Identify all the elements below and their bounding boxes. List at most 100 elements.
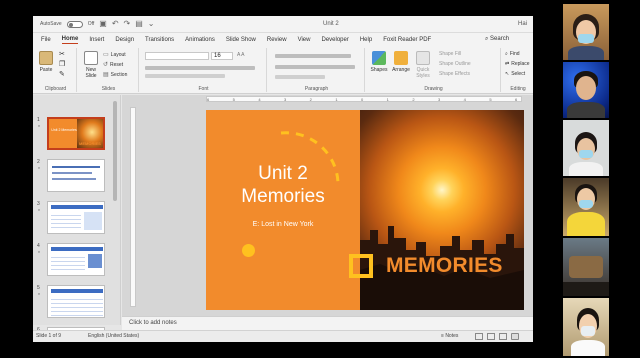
slide-thumbnail-1[interactable]: Unit 2 Memories MEMORIES xyxy=(47,117,105,150)
face-mask xyxy=(578,34,594,43)
reading-view-button[interactable] xyxy=(499,333,507,340)
font-color-buttons[interactable] xyxy=(145,74,225,78)
slide-thumbnail-2[interactable] xyxy=(47,159,105,192)
tab-home[interactable]: Home xyxy=(61,36,79,44)
tab-review[interactable]: Review xyxy=(267,37,287,43)
ruler-tick-label: 3 xyxy=(284,97,287,102)
square-frame-icon xyxy=(349,254,373,278)
cut-icon[interactable]: ✂ xyxy=(59,51,65,59)
font-size-field[interactable]: 16 xyxy=(211,52,233,60)
ruler-tick-label: 1 xyxy=(335,97,338,102)
ribbon: Paste ✂ ❐ ✎ Clipboard New Slide ▭ Layout … xyxy=(33,46,533,94)
powerpoint-window: AutoSave Off ▣ ↶ ↷ ▤ ⌄ Unit 2 Hai File H… xyxy=(33,16,533,342)
quick-access-toolbar: AutoSave Off ▣ ↶ ↷ ▤ ⌄ xyxy=(40,20,155,28)
thumb-list xyxy=(51,212,81,230)
participant-body xyxy=(571,340,605,356)
save-icon[interactable]: ▣ xyxy=(99,20,107,28)
participant-body xyxy=(567,102,605,118)
tab-view[interactable]: View xyxy=(298,37,311,43)
tab-transitions[interactable]: Transitions xyxy=(145,37,174,43)
status-bar: Slide 1 of 9 English (United States) ≡ N… xyxy=(33,330,533,342)
thumb-header xyxy=(51,289,103,293)
slide-subtitle[interactable]: E: Lost in New York xyxy=(206,221,360,228)
font-name-field[interactable] xyxy=(145,52,209,60)
copy-icon[interactable]: ❐ xyxy=(59,61,65,69)
shape-outline-button[interactable]: Shape Outline xyxy=(439,61,471,67)
ruler-tick-label: 1 xyxy=(386,97,389,102)
paste-button[interactable]: Paste xyxy=(39,51,53,73)
notes-pane[interactable]: Click to add notes xyxy=(122,316,533,330)
participant-video-5[interactable] xyxy=(563,238,609,296)
font-format-buttons[interactable] xyxy=(145,66,255,70)
undo-icon[interactable]: ↶ xyxy=(112,20,119,28)
ruler-tick-label: 4 xyxy=(463,97,466,102)
shape-effects-button[interactable]: Shape Effects xyxy=(439,71,470,77)
slide-thumbnail-5[interactable] xyxy=(47,285,105,318)
tab-animations[interactable]: Animations xyxy=(185,37,215,43)
search-box[interactable]: ⌕ Search xyxy=(485,36,509,43)
tab-slide-show[interactable]: Slide Show xyxy=(226,37,256,43)
tab-foxit-reader-pdf[interactable]: Foxit Reader PDF xyxy=(383,37,431,43)
ruler-tick-label: 6 xyxy=(515,97,518,102)
document-title: Unit 2 xyxy=(323,21,339,27)
slide-title[interactable]: Unit 2 Memories xyxy=(206,162,360,208)
reset-button[interactable]: ↺ Reset xyxy=(103,61,123,69)
thumb-image xyxy=(88,254,102,268)
clipboard-group-label: Clipboard xyxy=(44,86,67,92)
participant-video-2[interactable] xyxy=(563,62,609,118)
slideshow-button[interactable] xyxy=(511,333,519,340)
find-button[interactable]: ⌕ Find xyxy=(505,51,520,57)
tab-file[interactable]: File xyxy=(41,37,51,43)
thumb-number: 4 xyxy=(37,243,40,249)
thumb-transition-icon: * xyxy=(38,293,40,299)
participant-video-6[interactable] xyxy=(563,298,609,356)
list-buttons[interactable] xyxy=(275,54,351,58)
replace-button[interactable]: ⇄ Replace xyxy=(505,61,530,67)
participant-video-1[interactable] xyxy=(563,4,609,60)
thumbnail-scrollbar[interactable] xyxy=(113,101,117,201)
present-icon[interactable]: ▤ xyxy=(135,20,143,28)
customize-qat-icon[interactable]: ⌄ xyxy=(148,20,155,28)
slide-thumbnail-4[interactable] xyxy=(47,243,105,276)
participant-video-4[interactable] xyxy=(563,178,609,236)
quick-styles-button[interactable]: Quick Styles xyxy=(413,51,433,79)
redo-icon[interactable]: ↷ xyxy=(124,20,131,28)
slide-sorter-button[interactable] xyxy=(487,333,495,340)
select-button[interactable]: ↖ Select xyxy=(505,71,525,77)
slide-editing-area: 6 5 4 3 2 1 0 1 2 3 4 5 6 Unit 2 Memories E: Lost in… xyxy=(122,95,533,325)
tab-help[interactable]: Help xyxy=(360,37,372,43)
thumb-number: 5 xyxy=(37,285,40,291)
ruler-tick-label: 5 xyxy=(232,97,235,102)
tab-developer[interactable]: Developer xyxy=(321,37,348,43)
text-direction-buttons[interactable] xyxy=(275,75,325,79)
alignment-buttons[interactable] xyxy=(275,65,355,69)
slide-thumbnail-3[interactable] xyxy=(47,201,105,234)
format-painter-icon[interactable]: ✎ xyxy=(59,71,65,79)
normal-view-button[interactable] xyxy=(475,333,483,340)
user-name[interactable]: Hai xyxy=(518,21,527,27)
font-size-buttons[interactable]: A A xyxy=(237,52,245,58)
slide-canvas[interactable]: Unit 2 Memories E: Lost in New York MEMO… xyxy=(206,110,524,310)
new-slide-button[interactable]: New Slide xyxy=(82,51,100,79)
tab-design[interactable]: Design xyxy=(115,37,134,43)
thumb-transition-icon: * xyxy=(38,209,40,215)
thumb-text-line xyxy=(52,178,96,180)
participant-video-3[interactable] xyxy=(563,120,609,176)
thumb-text-line xyxy=(52,172,92,174)
participant-body xyxy=(568,46,604,60)
arrange-button[interactable]: Arrange xyxy=(390,51,412,73)
tab-insert[interactable]: Insert xyxy=(89,37,104,43)
layout-button[interactable]: ▭ Layout xyxy=(103,51,126,59)
language-indicator[interactable]: English (United States) xyxy=(88,333,139,339)
shape-fill-button[interactable]: Shape Fill xyxy=(439,51,461,57)
memories-logo-text[interactable]: MEMORIES xyxy=(386,254,503,278)
section-button[interactable]: ▤ Section xyxy=(103,71,127,79)
notes-toggle-button[interactable]: ≡ Notes xyxy=(441,333,458,339)
autosave-toggle[interactable] xyxy=(66,20,83,28)
select-icon: ↖ xyxy=(505,71,510,77)
thumb-logo: MEMORIES xyxy=(79,141,101,146)
dark-foreground xyxy=(563,282,609,296)
ribbon-tabs: File Home Insert Design Transitions Anim… xyxy=(33,33,533,46)
shapes-button[interactable]: Shapes xyxy=(369,51,389,73)
thumb-number: 2 xyxy=(37,159,40,165)
